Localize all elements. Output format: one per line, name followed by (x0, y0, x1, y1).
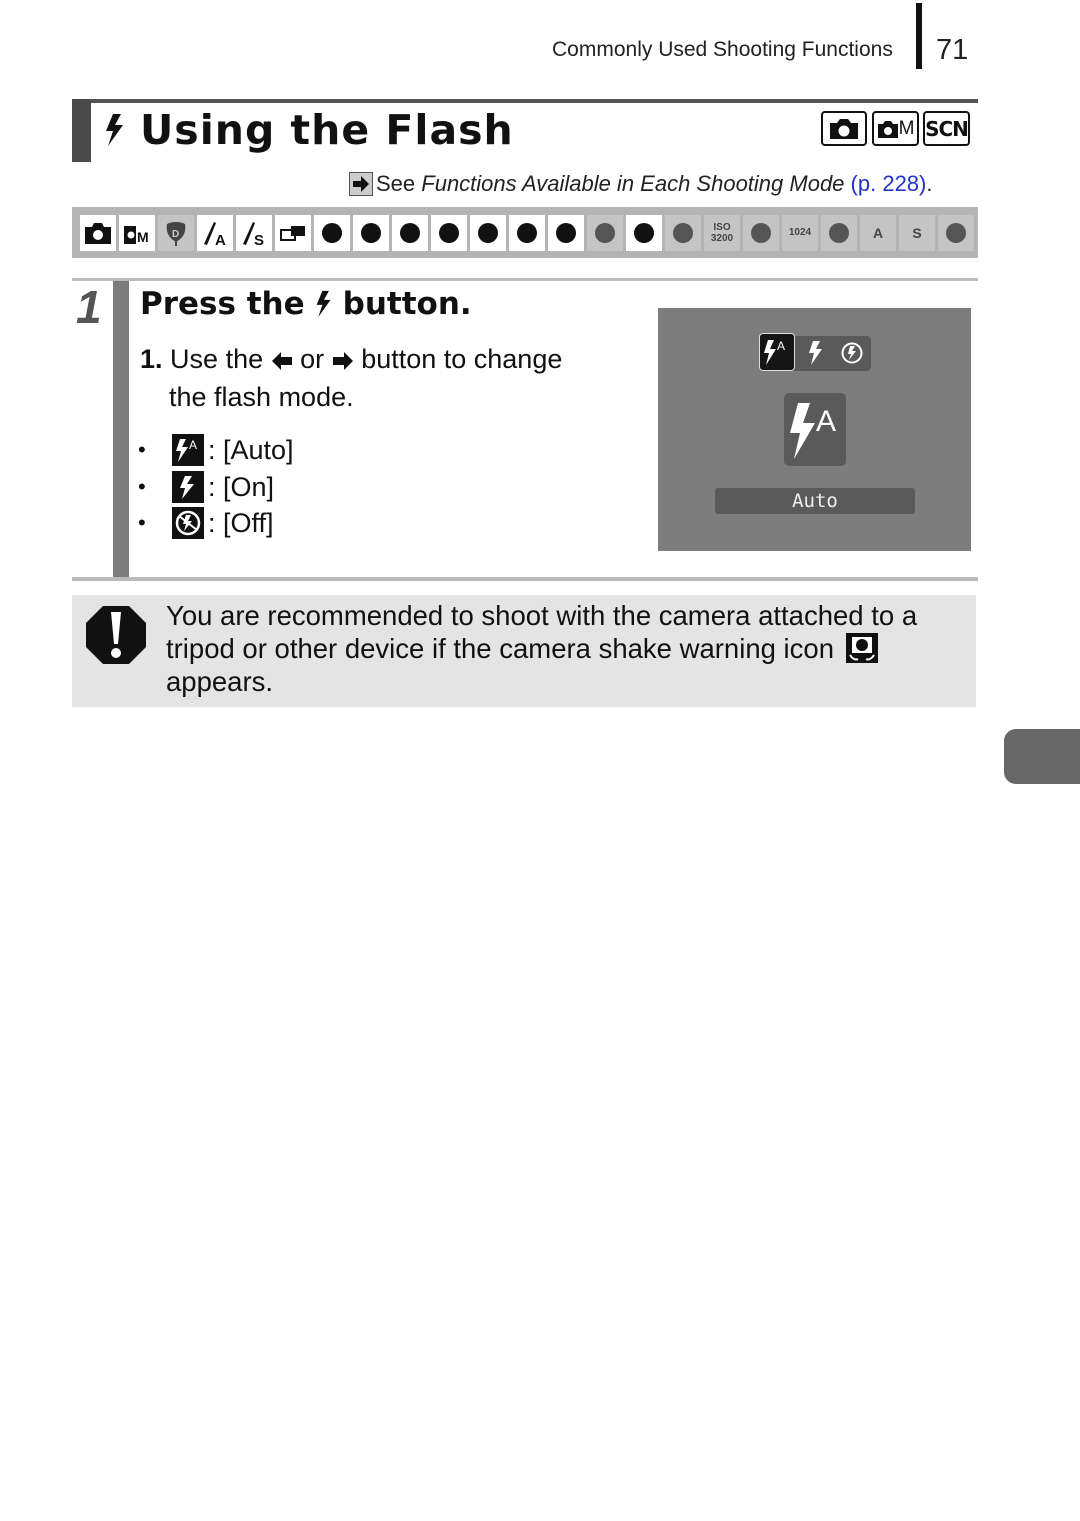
title-rule (72, 99, 978, 103)
svg-text:D: D (172, 229, 179, 240)
color-accent-icon: A (197, 214, 233, 251)
underwater-icon (665, 214, 701, 251)
auto-icon (80, 214, 116, 251)
list-item: • A : [Auto] (138, 434, 294, 467)
flash-on-icon (172, 470, 204, 503)
selected-flash-mode: A (759, 333, 795, 371)
list-item: • : [Off] (138, 507, 274, 540)
indoor-icon (431, 214, 467, 251)
page-reference-link[interactable]: (p. 228) (851, 171, 927, 197)
movie-color-swap-icon: S (899, 214, 935, 251)
flash-icon (316, 290, 331, 318)
digital-macro-icon: D (158, 214, 194, 251)
svg-text:S: S (254, 232, 264, 248)
running-head: Commonly Used Shooting Functions (552, 38, 893, 61)
flash-icon (106, 114, 123, 146)
manual-icon: M (119, 214, 155, 251)
flash-mode-list: • A : [Auto] • : [On] • : [Off] (138, 432, 294, 542)
arrow-right-icon (349, 172, 373, 196)
section-title: Using the Flash (104, 106, 514, 154)
scene-mode-icon: SCN (923, 111, 970, 146)
flash-auto-icon: A (172, 434, 204, 467)
shooting-mode-icon-strip: M D A S ISO 3200 1024 A S (72, 207, 978, 258)
svg-text:M: M (137, 229, 149, 245)
camera-icon (830, 118, 858, 139)
foliage-icon (470, 214, 506, 251)
movie-fast-frame-icon (938, 214, 974, 251)
step-side-bar (113, 281, 129, 578)
movie-standard-icon (743, 214, 779, 251)
flash-off-icon (172, 507, 204, 540)
flash-off-icon (841, 342, 863, 364)
caution-text: You are recommended to shoot with the ca… (166, 600, 918, 697)
chapter-thumb-tab[interactable] (1004, 729, 1080, 784)
section-title-text: Using the Flash (140, 106, 514, 154)
step-top-rule (72, 278, 978, 281)
header-divider (916, 3, 922, 69)
svg-text:A: A (777, 339, 785, 353)
svg-text:A: A (189, 438, 197, 452)
title-side-bar (72, 99, 91, 162)
step-instruction: 1. Use the or button to change the flash… (140, 344, 563, 412)
movie-color-accent-icon: A (860, 214, 896, 251)
kids-pets-icon (392, 214, 428, 251)
step-number: 1 (76, 281, 102, 333)
flash-on-icon (809, 341, 822, 365)
reference-link-line: See Functions Available in Each Shooting… (349, 171, 933, 197)
night-snapshot-icon (353, 214, 389, 251)
svg-text:A: A (816, 405, 836, 438)
step-bottom-rule (72, 577, 978, 581)
aquarium-icon (626, 214, 662, 251)
caution-icon (86, 606, 146, 664)
beach-icon (548, 214, 584, 251)
snow-icon (509, 214, 545, 251)
left-arrow-icon (271, 352, 292, 370)
page-number: 71 (936, 34, 969, 66)
movie-1024-icon: 1024 (782, 214, 818, 251)
step-title: Press the button. (140, 286, 472, 322)
right-arrow-icon (332, 352, 353, 370)
auto-mode-icon (821, 111, 867, 146)
camera-icon (877, 120, 898, 138)
flash-auto-icon: A (764, 339, 785, 365)
color-swap-icon: S (236, 214, 272, 251)
svg-text:A: A (215, 232, 226, 248)
manual-mode-icon: M (872, 111, 919, 146)
list-item: • : [On] (138, 470, 275, 503)
portrait-icon (314, 214, 350, 251)
iso-3200-icon: ISO 3200 (704, 214, 740, 251)
camera-shake-warning-icon (845, 633, 878, 663)
movie-email-icon (821, 214, 857, 251)
current-flash-mode-icon: A (784, 393, 846, 466)
stitch-assist-icon (275, 214, 311, 251)
flash-mode-label: Auto (715, 488, 915, 514)
fireworks-icon (587, 214, 623, 251)
